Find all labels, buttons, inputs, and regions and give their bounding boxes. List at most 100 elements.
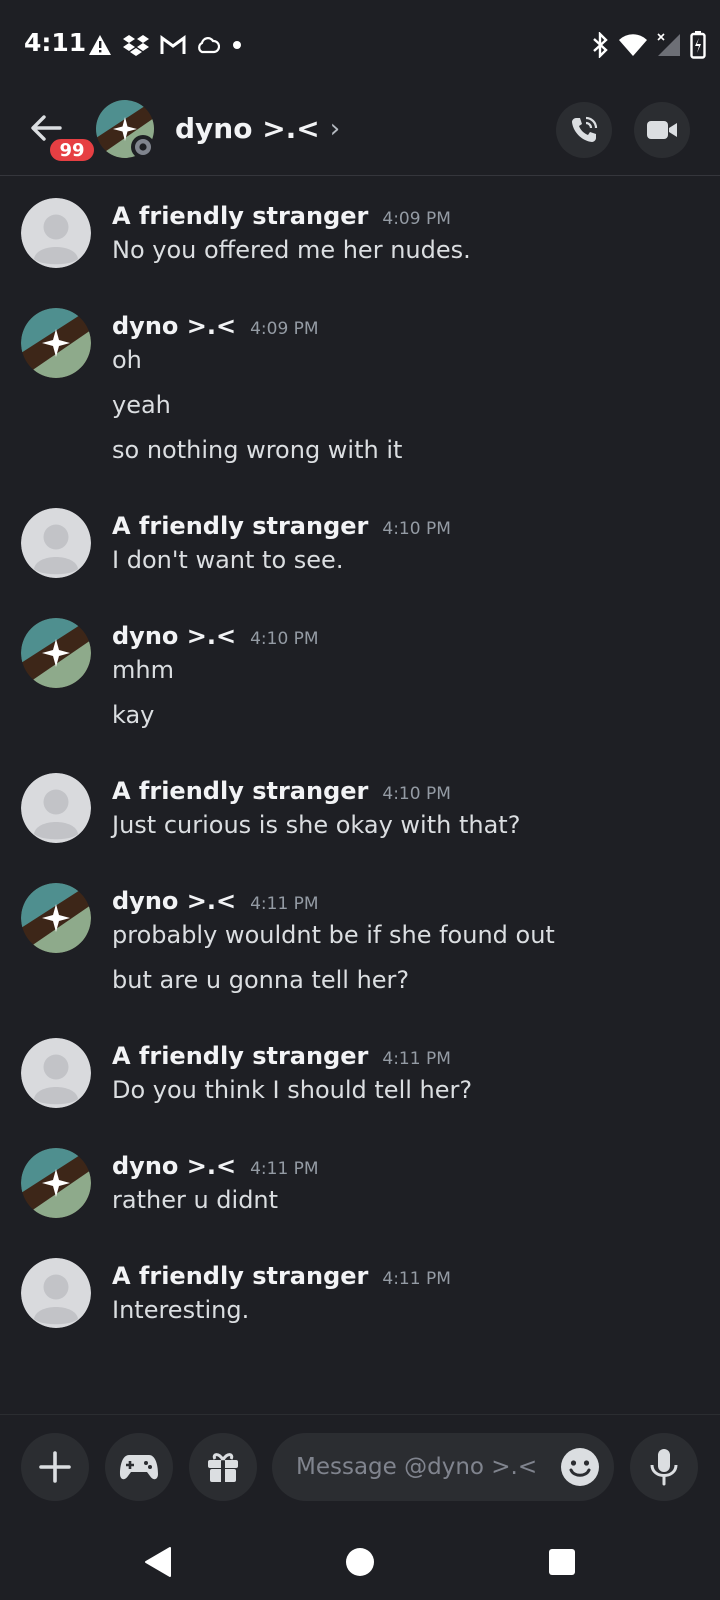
- message-group[interactable]: dyno >.< 4:11 PM probably wouldnt be if sh…: [0, 883, 720, 1011]
- conversation-title-button[interactable]: dyno >.< ›: [175, 112, 340, 145]
- message-group[interactable]: A friendly stranger 4:10 PM I don't want t…: [0, 508, 720, 591]
- signal-icon: [657, 33, 680, 56]
- add-attachment-button[interactable]: [21, 1433, 89, 1501]
- wifi-icon: [619, 34, 647, 56]
- user-avatar[interactable]: [21, 198, 91, 268]
- message-composer: [0, 1414, 720, 1524]
- bluetooth-icon: [593, 32, 608, 58]
- sparkle-avatar-icon: [21, 618, 91, 688]
- message-author[interactable]: dyno >.<: [112, 887, 236, 915]
- message-header: dyno >.< 4:10 PM: [112, 622, 319, 650]
- message-text[interactable]: yeah: [112, 391, 171, 419]
- activities-button[interactable]: [105, 1433, 173, 1501]
- message-header: dyno >.< 4:11 PM: [112, 887, 319, 915]
- message-timestamp: 4:09 PM: [382, 209, 451, 229]
- message-text[interactable]: oh: [112, 346, 142, 374]
- message-author[interactable]: A friendly stranger: [112, 1042, 368, 1070]
- discord-dm-screen: 4:11 99 dyno >.< › A friendly stranger 4…: [0, 0, 720, 1600]
- cloud-icon: [198, 37, 220, 54]
- message-author[interactable]: A friendly stranger: [112, 1262, 368, 1290]
- user-avatar[interactable]: [21, 883, 91, 953]
- offline-status-icon: [131, 135, 155, 159]
- nav-recents-button[interactable]: [542, 1542, 582, 1582]
- message-header: A friendly stranger 4:11 PM: [112, 1262, 451, 1290]
- plus-icon: [39, 1451, 71, 1483]
- nav-back-button[interactable]: [138, 1542, 178, 1582]
- message-header: dyno >.< 4:11 PM: [112, 1152, 319, 1180]
- message-group[interactable]: A friendly stranger 4:10 PM Just curious i…: [0, 773, 720, 856]
- user-avatar[interactable]: [21, 1258, 91, 1328]
- message-author[interactable]: dyno >.<: [112, 1152, 236, 1180]
- message-text[interactable]: probably wouldnt be if she found out: [112, 921, 555, 949]
- message-text[interactable]: rather u didnt: [112, 1186, 278, 1214]
- message-timestamp: 4:11 PM: [250, 894, 319, 914]
- message-text[interactable]: Do you think I should tell her?: [112, 1076, 472, 1104]
- message-text[interactable]: mhm: [112, 656, 174, 684]
- voice-call-icon: [572, 116, 598, 142]
- user-avatar[interactable]: [21, 508, 91, 578]
- unread-badge: 99: [47, 136, 97, 164]
- user-avatar[interactable]: [21, 1038, 91, 1108]
- battery-icon: [690, 31, 706, 59]
- user-avatar[interactable]: [21, 1148, 91, 1218]
- gmail-icon: [160, 35, 186, 54]
- message-text[interactable]: kay: [112, 701, 154, 729]
- message-list[interactable]: A friendly stranger 4:09 PM No you offered…: [0, 176, 720, 1414]
- message-text[interactable]: I don't want to see.: [112, 546, 343, 574]
- dropbox-icon: [123, 35, 149, 56]
- status-bar: 4:11: [0, 0, 720, 90]
- message-author[interactable]: A friendly stranger: [112, 777, 368, 805]
- sparkle-avatar-icon: [21, 1148, 91, 1218]
- message-timestamp: 4:10 PM: [250, 629, 319, 649]
- message-author[interactable]: dyno >.<: [112, 312, 236, 340]
- message-header: A friendly stranger 4:09 PM: [112, 202, 451, 230]
- user-avatar[interactable]: [21, 773, 91, 843]
- default-avatar-icon: [21, 1038, 91, 1108]
- message-text[interactable]: but are u gonna tell her?: [112, 966, 409, 994]
- nav-home-button[interactable]: [340, 1542, 380, 1582]
- message-text[interactable]: No you offered me her nudes.: [112, 236, 471, 264]
- default-avatar-icon: [21, 508, 91, 578]
- message-author[interactable]: A friendly stranger: [112, 202, 368, 230]
- emoji-icon: [561, 1448, 599, 1486]
- message-group[interactable]: dyno >.< 4:09 PM oh yeah so nothing wrong wi…: [0, 308, 720, 481]
- message-timestamp: 4:10 PM: [382, 519, 451, 539]
- message-input-container: [272, 1433, 614, 1501]
- video-call-button[interactable]: [634, 102, 690, 158]
- emoji-button[interactable]: [560, 1447, 600, 1487]
- voice-call-button[interactable]: [556, 102, 612, 158]
- video-call-icon: [647, 121, 677, 139]
- message-author[interactable]: dyno >.<: [112, 622, 236, 650]
- message-input[interactable]: [296, 1433, 546, 1501]
- default-avatar-icon: [21, 773, 91, 843]
- gift-icon: [208, 1453, 238, 1482]
- message-group[interactable]: A friendly stranger 4:11 PM Interesting.: [0, 1258, 720, 1341]
- notification-icons: [88, 30, 244, 60]
- message-header: A friendly stranger 4:10 PM: [112, 777, 451, 805]
- message-group[interactable]: dyno >.< 4:11 PM rather u didnt: [0, 1148, 720, 1231]
- message-text[interactable]: Interesting.: [112, 1296, 249, 1324]
- voice-message-button[interactable]: [630, 1433, 698, 1501]
- default-avatar-icon: [21, 198, 91, 268]
- gift-nitro-button[interactable]: [189, 1433, 257, 1501]
- header-avatar[interactable]: [96, 100, 155, 159]
- message-timestamp: 4:11 PM: [382, 1269, 451, 1289]
- message-header: A friendly stranger 4:10 PM: [112, 512, 451, 540]
- user-avatar[interactable]: [21, 308, 91, 378]
- user-avatar[interactable]: [21, 618, 91, 688]
- message-author[interactable]: A friendly stranger: [112, 512, 368, 540]
- status-time: 4:11: [24, 28, 87, 57]
- message-text[interactable]: so nothing wrong with it: [112, 436, 402, 464]
- message-timestamp: 4:11 PM: [250, 1159, 319, 1179]
- message-group[interactable]: dyno >.< 4:10 PM mhm kay: [0, 618, 720, 746]
- system-icons: [590, 30, 706, 60]
- nav-recents-icon: [549, 1549, 575, 1575]
- message-text[interactable]: Just curious is she okay with that?: [112, 811, 520, 839]
- chat-header: 99 dyno >.< ›: [0, 90, 720, 176]
- message-group[interactable]: A friendly stranger 4:11 PM Do you think I…: [0, 1038, 720, 1121]
- message-header: A friendly stranger 4:11 PM: [112, 1042, 451, 1070]
- message-header: dyno >.< 4:09 PM: [112, 312, 319, 340]
- sparkle-avatar-icon: [21, 883, 91, 953]
- chevron-right-icon: ›: [329, 113, 341, 144]
- message-group[interactable]: A friendly stranger 4:09 PM No you offered…: [0, 198, 720, 281]
